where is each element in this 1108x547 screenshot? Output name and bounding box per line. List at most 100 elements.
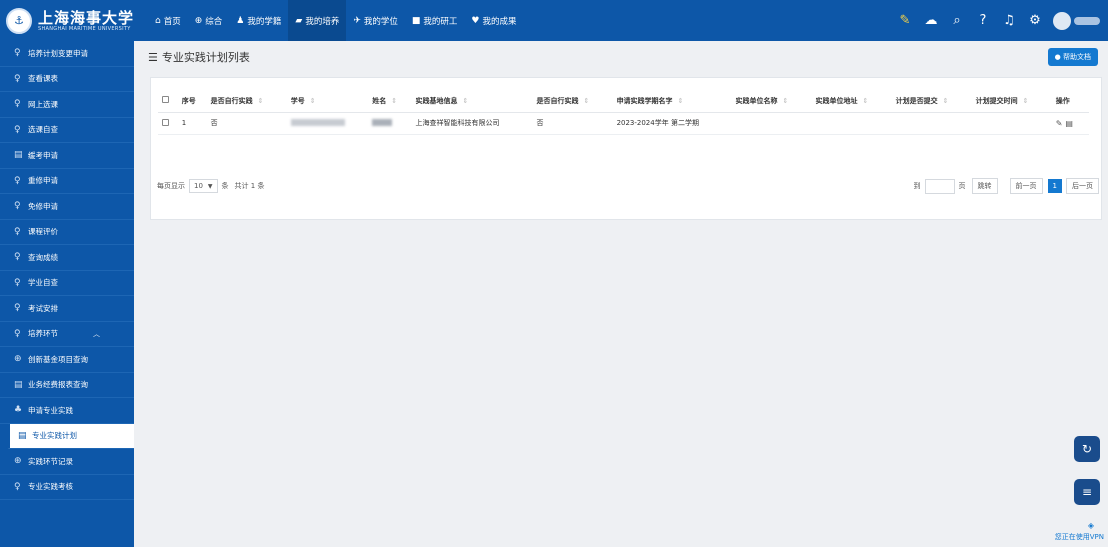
help-icon[interactable]: ? — [973, 11, 993, 31]
sidebar-item-label: 业务经费报表查询 — [28, 380, 88, 390]
help-doc-button[interactable]: ● 帮助文档 — [1047, 48, 1098, 66]
page-label: 页 — [958, 182, 966, 190]
table-header-row: 序号 是否自行实践 ⇕ 学号 ⇕ 姓名 ⇕ 实践基地信息 ⇕ 是否自行实践 ⇕ 申请实践学期名字 ⇕ 实践… — [158, 90, 1089, 113]
sort-icon[interactable]: ⇕ — [258, 97, 264, 105]
nav-item-5[interactable]: ■ 我的研工 — [405, 0, 465, 41]
table-cell-base_info: 上海查祥智能科技有限公司 — [411, 112, 533, 135]
flow-icon: ⊕ — [14, 456, 22, 467]
current-page-button[interactable]: 1 — [1047, 179, 1062, 193]
table-row[interactable]: 1 否上海查祥智能科技有限公司否 2023-2024学年 第二学期 ✎▤ — [158, 112, 1089, 135]
jump-button[interactable]: 跳转 — [971, 178, 998, 194]
refresh-float-button[interactable]: ↻ — [1074, 436, 1100, 462]
user-outline-icon: ♀ — [14, 124, 21, 135]
nav-item-1[interactable]: ⊕ 综合 — [188, 0, 230, 41]
bell-icon[interactable]: ♫ — [999, 11, 1019, 31]
sidebar-item-2[interactable]: ♀ 网上选课 — [0, 92, 134, 118]
user-outline-icon: ♀ — [14, 328, 21, 339]
sort-icon[interactable]: ⇕ — [863, 97, 869, 105]
column-header[interactable]: 计划是否提交 ⇕ — [891, 90, 972, 113]
sidebar-item-14[interactable]: ♣ 申请专业实践 — [0, 398, 134, 424]
select-all-checkbox[interactable] — [162, 96, 169, 104]
menu-float-button[interactable]: ≡ — [1074, 479, 1100, 505]
user-outline-icon: ♀ — [14, 73, 21, 84]
column-header: 操作 — [1051, 90, 1089, 113]
avatar[interactable] — [1053, 11, 1071, 30]
practice-plan-table: 序号 是否自行实践 ⇕ 学号 ⇕ 姓名 ⇕ 实践基地信息 ⇕ 是否自行实践 ⇕ 申请实践学期名字 ⇕ 实践… — [158, 90, 1089, 135]
per-page-select[interactable]: 10 ▼ — [189, 179, 218, 193]
sidebar-item-4[interactable]: ▤ 缓考申请 — [0, 143, 134, 169]
column-header[interactable]: 计划提交时间 ⇕ — [971, 90, 1052, 113]
sidebar-item-17[interactable]: ♀ 专业实践考核 — [0, 475, 134, 500]
column-header[interactable]: 实践基地信息 ⇕ — [411, 90, 533, 113]
sort-icon[interactable]: ⇕ — [678, 97, 684, 105]
table-cell-unit_name — [731, 112, 812, 135]
sidebar-item-label: 重修申请 — [28, 176, 58, 186]
sidebar-item-11[interactable]: ♀ 培养环节 ︿ — [0, 322, 134, 347]
university-logo[interactable]: ⚓ 上海海事大学 SHANGHAI MARITIME UNIVERSITY — [0, 7, 148, 34]
sidebar-item-9[interactable]: ♀ 学业自查 — [0, 271, 134, 296]
sidebar-item-6[interactable]: ♀ 免修申请 — [0, 194, 134, 220]
column-header[interactable]: 申请实践学期名字 ⇕ — [612, 90, 732, 113]
row-select-cell — [158, 112, 178, 135]
nav-item-4[interactable]: ✈ 我的学位 — [346, 0, 405, 41]
main-nav: ⌂ 首页 ⊕ 综合 ♟ 我的学籍 ▰ 我的培养 ✈ 我的学位 ■ 我的研工 ♥ 我的成果 — [148, 0, 524, 41]
edit-row-icon[interactable]: ✎ — [1056, 119, 1066, 128]
trophy-icon: ♥ — [471, 15, 480, 26]
edit-icon[interactable]: ✎ — [895, 11, 915, 31]
column-header[interactable]: 是否自行实践 ⇕ — [532, 90, 613, 113]
sidebar-item-1[interactable]: ♀ 查看课表 — [0, 67, 134, 92]
sidebar-item-12[interactable]: ⊕ 创新基金项目查询 — [0, 347, 134, 373]
nav-item-3[interactable]: ▰ 我的培养 — [288, 0, 347, 41]
prev-page-button[interactable]: 前一页 — [1009, 178, 1043, 194]
nav-item-2[interactable]: ♟ 我的学籍 — [229, 0, 288, 41]
sort-icon[interactable]: ⇕ — [943, 97, 949, 105]
sidebar-item-label: 网上选课 — [28, 99, 58, 109]
column-header[interactable]: 姓名 ⇕ — [368, 90, 412, 113]
page-number-input[interactable] — [924, 178, 955, 194]
sort-icon[interactable]: ⇕ — [782, 97, 788, 105]
sidebar-item-7[interactable]: ♀ 课程评价 — [0, 220, 134, 245]
nav-item-0[interactable]: ⌂ 首页 — [148, 0, 188, 41]
group-icon: ♣ — [14, 405, 23, 416]
table-cell-submit_time — [971, 112, 1052, 135]
overview-icon: ⊕ — [194, 15, 203, 26]
list-icon: ☰ — [148, 50, 158, 64]
nav-item-6[interactable]: ♥ 我的成果 — [464, 0, 523, 41]
next-page-button[interactable]: 后一页 — [1066, 178, 1099, 194]
user-outline-icon: ♀ — [14, 277, 21, 288]
sort-icon[interactable]: ⇕ — [463, 97, 469, 105]
column-header[interactable]: 实践单位名称 ⇕ — [731, 90, 812, 113]
table-cell-unit_addr — [811, 112, 892, 135]
row-checkbox[interactable] — [162, 118, 169, 126]
sort-icon[interactable]: ⇕ — [1023, 97, 1029, 105]
column-header[interactable]: 是否自行实践 ⇕ — [206, 90, 287, 113]
user-outline-icon: ♀ — [14, 201, 21, 212]
sort-icon[interactable]: ⇕ — [391, 97, 397, 105]
sort-icon[interactable]: ⇕ — [584, 97, 590, 105]
sidebar-item-13[interactable]: ▤ 业务经费报表查询 — [0, 373, 134, 398]
sidebar-item-0[interactable]: ♀ 培养计划变更申请 — [0, 41, 134, 67]
sidebar-item-3[interactable]: ♀ 选课自查 — [0, 118, 134, 143]
table-cell-self_practice2: 否 — [532, 112, 613, 135]
sidebar-item-15[interactable]: ▤ 专业实践计划 — [6, 423, 134, 449]
form-icon: ▤ — [14, 150, 23, 161]
sidebar-item-8[interactable]: ♀ 查询成绩 — [0, 245, 134, 271]
total-count: 共计 1 条 — [234, 182, 265, 190]
sidebar-item-label: 培养环节 — [28, 329, 58, 339]
search-icon[interactable]: ⌕ — [947, 11, 967, 31]
table-cell-semester: 2023-2024学年 第二学期 — [612, 112, 732, 135]
sidebar-item-16[interactable]: ⊕ 实践环节记录 — [0, 449, 134, 475]
cloud-upload-icon[interactable]: ☁ — [921, 11, 941, 31]
username-blurred[interactable] — [1074, 16, 1100, 25]
column-header[interactable]: 实践单位地址 ⇕ — [811, 90, 892, 113]
book-icon: ▰ — [295, 15, 303, 26]
sidebar-item-label: 考试安排 — [28, 303, 58, 313]
page-title: 专业实践计划列表 — [161, 51, 250, 64]
settings-icon[interactable]: ⚙ — [1025, 11, 1045, 31]
view-row-icon[interactable]: ▤ — [1065, 119, 1076, 128]
column-header[interactable]: 学号 ⇕ — [286, 90, 369, 113]
sidebar-item-5[interactable]: ♀ 重修申请 — [0, 169, 134, 194]
sidebar-item-10[interactable]: ♀ 考试安排 — [0, 296, 134, 322]
per-page-unit: 条 — [221, 182, 229, 190]
sort-icon[interactable]: ⇕ — [310, 97, 316, 105]
